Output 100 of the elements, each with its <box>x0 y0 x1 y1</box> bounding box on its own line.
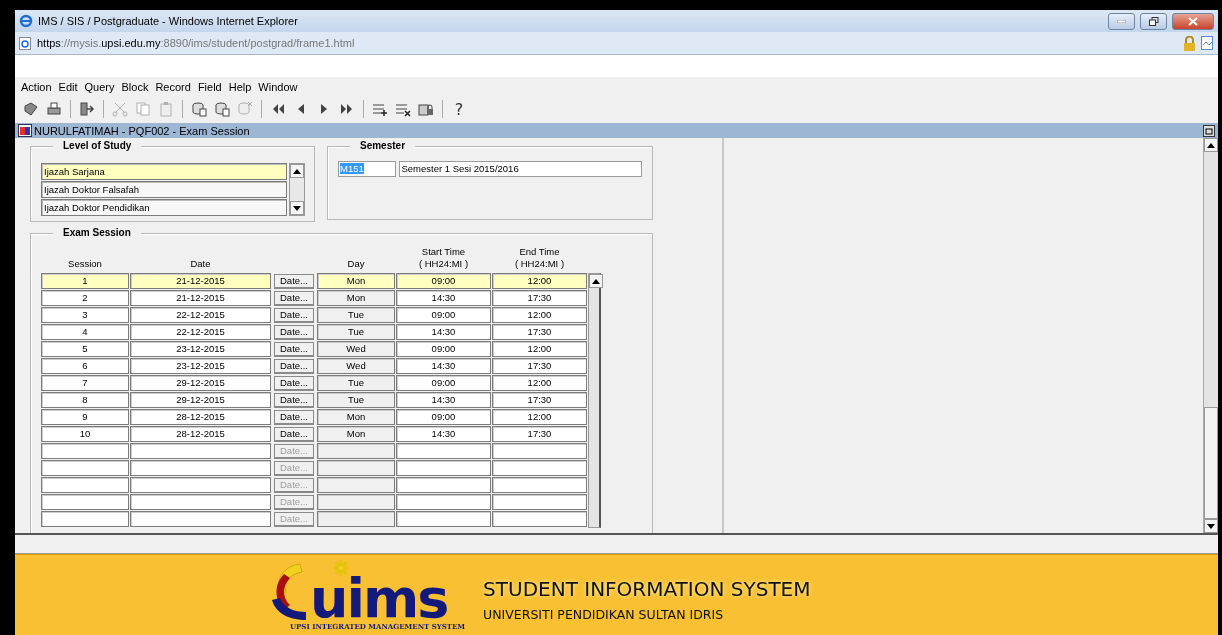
table-cell: 29-12-2015 <box>130 375 271 391</box>
date-picker-button[interactable]: Date... <box>274 325 314 340</box>
date-picker-button[interactable]: Date... <box>274 410 314 425</box>
table-cell: 6 <box>41 358 129 374</box>
table-cell: 2 <box>41 290 129 306</box>
toolbar-button[interactable] <box>77 100 97 118</box>
table-cell: Tue <box>317 324 395 340</box>
date-picker-button[interactable]: Date... <box>274 393 314 408</box>
menu-item[interactable]: Edit <box>58 81 78 97</box>
date-picker-button[interactable]: Date... <box>274 427 314 442</box>
table-cell: 3 <box>41 307 129 323</box>
semester-name-field[interactable]: Semester 1 Sesi 2015/2016 <box>399 161 642 177</box>
table-cell: Mon <box>317 409 395 425</box>
double-right-arrow-icon <box>339 101 355 117</box>
page-icon <box>19 36 32 50</box>
scroll-down-button[interactable] <box>1204 519 1218 533</box>
column-header: Session <box>67 258 103 271</box>
table-cell: Wed <box>317 341 395 357</box>
table-cell: 21-12-2015 <box>130 290 271 306</box>
restore-button[interactable] <box>1140 12 1167 30</box>
column-header: Date <box>189 258 212 271</box>
menu-item[interactable]: Block <box>121 81 149 97</box>
date-picker-button[interactable]: Date... <box>274 376 314 391</box>
table-cell: Tue <box>317 392 395 408</box>
address-bar[interactable]: https://mysis.upsi.edu.my:8890/ims/student/postgrad/frame1.html <box>15 32 1218 55</box>
table-cell: 17:30 <box>492 358 587 374</box>
table-cell: Mon <box>317 273 395 289</box>
table-cell: 28-12-2015 <box>130 426 271 442</box>
table-cell: 14:30 <box>396 392 491 408</box>
down-arrow-icon <box>1207 523 1215 529</box>
toolbar-button[interactable] <box>44 100 64 118</box>
date-picker-button[interactable]: Date... <box>274 359 314 374</box>
table-cell: 21-12-2015 <box>130 273 271 289</box>
date-picker-button[interactable]: Date... <box>274 342 314 357</box>
menu-item[interactable]: Action <box>21 81 52 97</box>
banner-title: STUDENT INFORMATION SYSTEM <box>483 576 811 601</box>
banner-subtitle: UNIVERSITI PENDIDIKAN SULTAN IDRIS <box>483 606 725 622</box>
table-cell: 09:00 <box>396 341 491 357</box>
close-button[interactable] <box>1172 12 1214 30</box>
table-cell: 23-12-2015 <box>130 358 271 374</box>
help-button[interactable]: ? <box>449 100 469 118</box>
table-cell: 17:30 <box>492 290 587 306</box>
url-text: https://mysis.upsi.edu.my:8890/ims/student/postgrad/frame1.html <box>37 37 356 49</box>
table-cell: 14:30 <box>396 358 491 374</box>
menu-item[interactable]: Window <box>258 81 298 97</box>
list-item[interactable]: Ijazah Doktor Falsafah <box>41 181 287 198</box>
flower-icon <box>330 559 352 576</box>
copy-icon <box>135 101 151 117</box>
date-picker-button[interactable]: Date... <box>274 274 314 289</box>
compatibility-icon <box>1201 36 1214 50</box>
date-picker-button[interactable]: Date... <box>274 291 314 306</box>
column-header: Day <box>346 258 366 271</box>
minimize-button[interactable] <box>1108 12 1135 30</box>
minimize-icon <box>1117 19 1126 23</box>
form-icon <box>18 124 32 137</box>
scrollbar[interactable] <box>1203 138 1218 533</box>
table-cell: 1 <box>41 273 129 289</box>
scrollbar[interactable] <box>588 273 601 528</box>
up-arrow-icon <box>293 168 301 174</box>
table-cell: 09:00 <box>396 273 491 289</box>
table-cell: Tue <box>317 307 395 323</box>
table-cell: 7 <box>41 375 129 391</box>
menu-item[interactable]: Help <box>228 81 252 97</box>
restore-icon <box>1148 16 1159 26</box>
table-cell: Wed <box>317 358 395 374</box>
restore-icon[interactable] <box>1203 124 1215 137</box>
browser-logo-icon <box>19 14 33 28</box>
table-cell: 8 <box>41 392 129 408</box>
table-cell: 9 <box>41 409 129 425</box>
form-title: NURULFATIMAH - PQF002 - Exam Session <box>34 124 251 137</box>
table-cell: Mon <box>317 290 395 306</box>
list-item[interactable]: Ijazah Sarjana <box>41 163 287 180</box>
list-item[interactable]: Ijazah Doktor Pendidikan <box>41 199 287 216</box>
padlock-icon <box>1183 35 1196 51</box>
up-arrow-icon <box>1207 142 1215 148</box>
scrollbar[interactable] <box>289 163 305 216</box>
column-header: End Time ( HH24:MI ) <box>513 246 566 271</box>
delete-record-icon <box>395 101 411 117</box>
menu-item[interactable]: Query <box>84 81 115 97</box>
window-title: IMS / SIS / Postgraduate - Windows Internet Explorer <box>38 15 299 27</box>
table-cell: 12:00 <box>492 409 587 425</box>
up-arrow-icon <box>592 278 600 284</box>
scroll-down-button[interactable] <box>290 201 304 215</box>
table-cell: 12:00 <box>492 273 587 289</box>
table-cell: 09:00 <box>396 409 491 425</box>
scroll-up-button[interactable] <box>589 274 603 288</box>
scroll-up-button[interactable] <box>290 164 304 178</box>
table-cell: 12:00 <box>492 341 587 357</box>
printer-icon <box>46 101 62 117</box>
menu-item[interactable]: Field <box>197 81 222 97</box>
table-cell: 29-12-2015 <box>130 392 271 408</box>
clipboard-icon <box>158 101 174 117</box>
table-cell: 23-12-2015 <box>130 341 271 357</box>
date-picker-button[interactable]: Date... <box>274 308 314 323</box>
table-cell: 12:00 <box>492 307 587 323</box>
frame-title: Level of Study <box>53 140 142 151</box>
menu-item[interactable]: Record <box>155 81 191 97</box>
frame-title: Exam Session <box>53 227 141 238</box>
table-cell: Tue <box>317 375 395 391</box>
scroll-up-button[interactable] <box>1204 138 1218 152</box>
